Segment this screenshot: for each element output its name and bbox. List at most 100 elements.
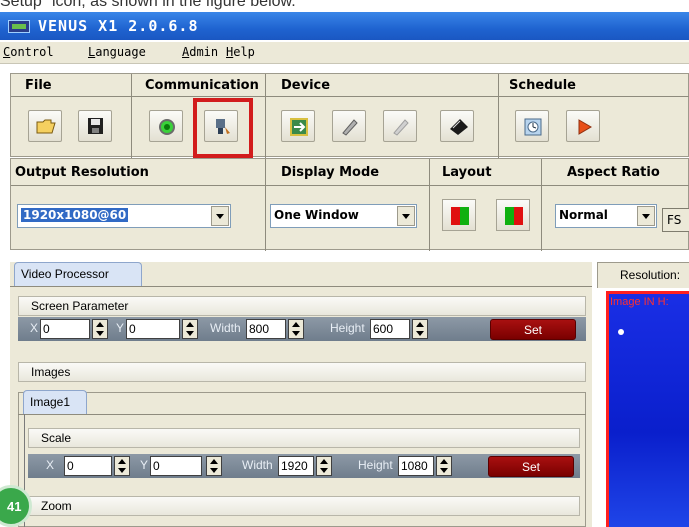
- scale-width-input[interactable]: 1920: [278, 456, 314, 476]
- screen-width-label: Width: [210, 321, 241, 335]
- scale-row: X 0 Y 0 Width 1920 Height 1080 Set: [28, 454, 580, 478]
- layout-single-icon: [451, 207, 469, 225]
- output-resolution-select[interactable]: 1920x1080@60: [17, 204, 231, 228]
- screen-width-spinner[interactable]: [288, 319, 304, 339]
- chevron-down-icon[interactable]: [397, 206, 415, 226]
- toolbar-divider: [11, 96, 689, 97]
- scale-y-spinner[interactable]: [206, 456, 222, 476]
- separator: [429, 159, 430, 251]
- layout-header: Layout: [442, 165, 492, 180]
- screen-height-input[interactable]: 600: [370, 319, 410, 339]
- scale-x-input[interactable]: 0: [64, 456, 112, 476]
- output-resolution-header: Output Resolution: [15, 165, 149, 180]
- title-bar: VENUS X1 2.0.6.8: [0, 12, 689, 40]
- layout-dual-button[interactable]: [496, 199, 530, 231]
- scale-height-label: Height: [358, 458, 393, 472]
- page-number: 41: [7, 499, 22, 514]
- aspect-ratio-select[interactable]: Normal: [555, 204, 657, 228]
- tab-underline: [10, 286, 592, 287]
- file-section-header: File: [25, 78, 52, 93]
- device-edit-button[interactable]: [332, 110, 366, 142]
- preview-canvas[interactable]: Image IN H:: [606, 291, 689, 527]
- aspect-ratio-value: Normal: [559, 208, 608, 222]
- screen-height-label: Height: [330, 321, 365, 335]
- separator: [265, 159, 266, 251]
- schedule-timer-button[interactable]: [515, 110, 549, 142]
- scale-set-button[interactable]: Set: [488, 456, 574, 477]
- screen-y-spinner[interactable]: [182, 319, 198, 339]
- menu-bar: Control Language Admin Help: [0, 42, 689, 64]
- screen-parameter-header[interactable]: Screen Parameter: [18, 296, 586, 316]
- open-folder-button[interactable]: [28, 110, 62, 142]
- open-folder-icon: [36, 119, 56, 134]
- menu-control[interactable]: Control: [3, 45, 54, 59]
- menu-help[interactable]: Help: [226, 45, 255, 59]
- screen-set-button[interactable]: Set: [490, 319, 576, 340]
- chevron-down-icon[interactable]: [637, 206, 655, 226]
- connect-status-icon: [159, 119, 175, 135]
- scale-width-label: Width: [242, 458, 273, 472]
- screen-width-input[interactable]: 800: [246, 319, 286, 339]
- tab-resolution[interactable]: Resolution:: [597, 262, 689, 288]
- schedule-section-header: Schedule: [509, 78, 576, 93]
- caption-text: Setup" icon, as shown in the figure belo…: [0, 0, 296, 10]
- app-icon: [8, 20, 30, 33]
- aspect-ratio-header: Aspect Ratio: [567, 165, 660, 180]
- schedule-play-button[interactable]: [566, 110, 600, 142]
- timer-icon: [524, 118, 542, 136]
- fs-button[interactable]: FS: [662, 208, 689, 232]
- setup-highlight-box: [193, 98, 253, 158]
- separator: [131, 74, 132, 158]
- separator: [541, 159, 542, 251]
- tab-image1[interactable]: Image1: [23, 390, 87, 414]
- play-icon: [578, 119, 592, 135]
- separator: [265, 74, 266, 158]
- scale-height-spinner[interactable]: [436, 456, 452, 476]
- preview-border: [606, 291, 689, 294]
- chevron-down-icon[interactable]: [211, 206, 229, 226]
- output-resolution-value: 1920x1080@60: [21, 208, 129, 222]
- device-section-header: Device: [281, 78, 331, 93]
- tab-video-processor[interactable]: Video Processor: [14, 262, 142, 286]
- preview-border: [606, 291, 609, 527]
- scale-y-label: Y: [140, 458, 149, 472]
- image-tab-underline: [18, 414, 586, 415]
- device-transfer-button[interactable]: [281, 110, 315, 142]
- layout-single-button[interactable]: [442, 199, 476, 231]
- zoom-header[interactable]: Zoom: [28, 496, 580, 516]
- preview-image-info: Image IN H:: [610, 296, 669, 308]
- chip-icon: [450, 119, 468, 135]
- save-icon: [88, 118, 103, 134]
- scale-x-label: X: [46, 458, 55, 472]
- layout-dual-icon: [505, 207, 523, 225]
- separator: [498, 74, 499, 158]
- screen-y-input[interactable]: 0: [126, 319, 180, 339]
- display-mode-header: Display Mode: [281, 165, 380, 180]
- display-mode-select[interactable]: One Window: [270, 204, 417, 228]
- device-tool-button[interactable]: [383, 110, 417, 142]
- preview-marker: [618, 329, 624, 335]
- menu-language[interactable]: Language: [88, 45, 146, 59]
- device-chip-button[interactable]: [440, 110, 474, 142]
- screen-height-spinner[interactable]: [412, 319, 428, 339]
- scale-height-input[interactable]: 1080: [398, 456, 434, 476]
- screen-y-label: Y: [116, 321, 125, 335]
- scale-y-input[interactable]: 0: [150, 456, 202, 476]
- pencil-icon: [342, 119, 358, 136]
- screen-x-input[interactable]: 0: [40, 319, 90, 339]
- images-header[interactable]: Images: [18, 362, 586, 382]
- menu-admin[interactable]: Admin: [182, 45, 218, 59]
- screen-parameter-row: X 0 Y 0 Width 800 Height 600 Set: [18, 317, 586, 341]
- scale-header[interactable]: Scale: [28, 428, 580, 448]
- connect-button[interactable]: [149, 110, 183, 142]
- screen-x-label: X: [30, 321, 39, 335]
- scale-width-spinner[interactable]: [316, 456, 332, 476]
- transfer-icon: [290, 118, 308, 136]
- screen-x-spinner[interactable]: [92, 319, 108, 339]
- scale-x-spinner[interactable]: [114, 456, 130, 476]
- save-button[interactable]: [78, 110, 112, 142]
- window-title: VENUS X1 2.0.6.8: [38, 17, 199, 35]
- output-divider: [11, 185, 689, 186]
- communication-section-header: Communication: [145, 78, 259, 93]
- display-mode-value: One Window: [274, 208, 359, 222]
